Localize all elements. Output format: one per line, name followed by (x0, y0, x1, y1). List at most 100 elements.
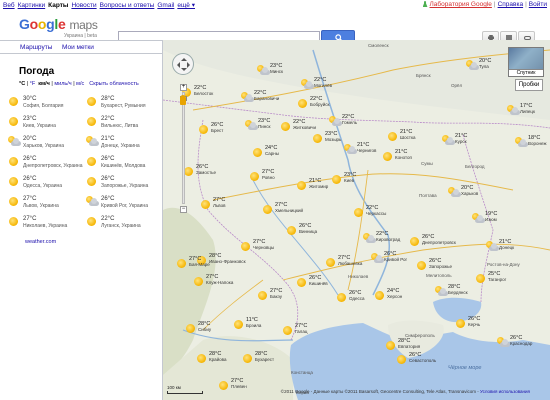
terms-link[interactable]: Условия использования (480, 389, 530, 394)
nav-link-5[interactable]: Gmail (157, 2, 174, 9)
city-weather-item[interactable]: 21°C Донецк, Украина (86, 135, 158, 155)
satellite-view-button[interactable]: Спутник (508, 47, 544, 77)
map-weather-marker[interactable]: 21°C Донецк (486, 239, 522, 253)
nav-link-3[interactable]: Новости (71, 2, 96, 9)
map-weather-marker[interactable]: 27°C Бая-Маре (176, 256, 212, 270)
map-weather-marker[interactable]: 25°C Таганрог (475, 271, 511, 285)
map-weather-marker[interactable]: 28°C Сибиу (185, 321, 221, 335)
fahrenheit-option[interactable]: °F (30, 81, 36, 87)
map-weather-marker[interactable]: 26°C Краснодар (497, 335, 533, 349)
city-weather-item[interactable]: 26°C Одесса, Украина (8, 175, 80, 195)
map-weather-marker[interactable]: 23°C Мозырь (312, 131, 348, 145)
map-weather-marker[interactable]: 28°C Евпатория (385, 338, 421, 352)
map-weather-marker[interactable]: 27°C Клуж-Напока (193, 274, 233, 288)
hide-clouds-link[interactable]: Скрыть облачность (89, 81, 139, 87)
map-weather-marker[interactable]: 20°C Тула (466, 58, 502, 72)
pan-down-icon[interactable] (181, 68, 187, 74)
city-weather-item[interactable]: 30°C София, Болгария (8, 95, 80, 115)
weather-source-link[interactable]: weather.com (25, 239, 56, 245)
map-weather-marker[interactable]: 27°C Черновцы (240, 239, 276, 253)
map-weather-marker[interactable]: 26°C Кривой Рог (371, 251, 407, 265)
kmh-option[interactable]: км/ч (38, 81, 50, 87)
ms-option[interactable]: м/с (76, 81, 84, 87)
city-weather-item[interactable]: 26°C Кишинёв, Молдова (86, 155, 158, 175)
celsius-option[interactable]: °C (19, 81, 25, 87)
map-weather-marker[interactable]: 26°C Запорожье (416, 258, 452, 272)
city-weather-item[interactable]: 27°C Николаев, Украина (8, 215, 80, 235)
pan-control[interactable] (172, 53, 194, 75)
pan-up-icon[interactable] (181, 55, 187, 61)
map-weather-marker[interactable]: 26°C Винница (286, 223, 322, 237)
map-weather-marker[interactable]: 26°C Севастополь (396, 352, 436, 366)
map-weather-marker[interactable]: 22°C Барановичи (241, 90, 279, 104)
map-weather-marker[interactable]: 26°C Днепропетровск (409, 234, 456, 248)
map-weather-marker[interactable]: 23°C Минск (257, 63, 293, 77)
map-weather-marker[interactable]: 28°C Бердянск (435, 284, 471, 298)
help-link[interactable]: Справка (498, 1, 524, 8)
map-weather-marker[interactable]: 28°C Крайова (196, 351, 232, 365)
map-weather-marker[interactable]: 26°C Брест (198, 122, 234, 136)
tab-my-places[interactable]: Мои метки (62, 44, 94, 51)
map-weather-marker[interactable]: 23°C Киев (331, 172, 367, 186)
map-weather-marker[interactable]: 27°C Ровно (249, 169, 285, 183)
map-weather-marker[interactable]: 20°C Харьков (448, 185, 484, 199)
map-weather-marker[interactable]: 17°C Липецк (507, 103, 543, 117)
map-weather-marker[interactable]: 24°C Сарны (252, 145, 288, 159)
map-weather-marker[interactable]: 27°C Плевен (218, 378, 254, 392)
map-weather-marker[interactable]: 21°C Конотоп (382, 149, 418, 163)
map-weather-marker[interactable]: 18°C Воронеж (515, 135, 550, 149)
city-weather-item[interactable]: 20°C Харьков, Украина (8, 135, 80, 155)
map-weather-marker[interactable]: 28°C Бухарест (242, 351, 278, 365)
city-weather-item[interactable]: 22°C Луганск, Украина (86, 215, 158, 235)
map-weather-marker[interactable]: 22°C Кировоград (363, 231, 400, 245)
map-weather-marker[interactable]: 21°C Житомир (296, 178, 332, 192)
city-weather-item[interactable]: 26°C Кривой Рог, Украина (86, 195, 158, 215)
map-weather-marker[interactable]: 27°C Бакэу (257, 288, 293, 302)
map-weather-marker[interactable]: 23°C Пинск (245, 118, 281, 132)
map-weather-marker[interactable]: 21°C Курск (442, 133, 478, 147)
mph-option[interactable]: миль/ч (54, 81, 71, 87)
nav-link-4[interactable]: Вопросы и ответы (100, 2, 155, 9)
map-weather-marker[interactable]: 22°C Могилёв (301, 77, 337, 91)
city-weather-item[interactable]: 26°C Днепропетровск, Украина (8, 155, 82, 175)
zoom-out-button[interactable]: − (180, 206, 187, 213)
map-weather-marker[interactable]: 26°C Керчь (455, 316, 491, 330)
map-weather-marker[interactable]: 27°C Львов (200, 197, 236, 211)
map-weather-marker[interactable]: 21°C Чернигов (344, 142, 380, 156)
map-weather-marker[interactable]: 26°C Замостье (183, 164, 219, 178)
nav-link-0[interactable]: Веб (3, 2, 15, 9)
nav-link-1[interactable]: Картинки (18, 2, 46, 9)
city-temperature: 21°C (101, 136, 115, 142)
map-weather-marker[interactable]: 26°C Кишинёв (296, 275, 332, 289)
login-link[interactable]: Войти (529, 1, 547, 8)
map-weather-marker[interactable]: 24°C Херсон (374, 288, 410, 302)
street-view-pegman-icon[interactable] (180, 95, 186, 105)
city-weather-item[interactable]: 27°C Львов, Украина (8, 195, 80, 215)
map-weather-marker[interactable]: 22°C Черкассы (353, 205, 389, 219)
labs-link[interactable]: Лаборатория Google (430, 1, 492, 8)
city-weather-item[interactable]: 22°C Вильнюс, Литва (86, 115, 158, 135)
map-weather-marker[interactable]: 22°C Житковичи (280, 119, 316, 133)
pan-left-icon[interactable] (174, 62, 180, 68)
pan-right-icon[interactable] (187, 62, 193, 68)
tab-directions[interactable]: Маршруты (20, 44, 52, 51)
map-weather-marker[interactable]: 19°C Изюм (472, 211, 508, 225)
zoom-track[interactable] (182, 92, 185, 204)
nav-link-2[interactable]: Карты (48, 2, 68, 9)
map-weather-marker[interactable]: 21°C Шостка (387, 129, 423, 143)
google-maps-logo[interactable]: Google maps (19, 16, 98, 32)
zoom-in-button[interactable]: + (180, 84, 187, 91)
city-weather-item[interactable]: 23°C Киев, Украина (8, 115, 80, 135)
city-weather-item[interactable]: 26°C Запорожье, Украина (86, 175, 158, 195)
map-weather-marker[interactable]: 27°C Хмельницкий (262, 202, 303, 216)
city-weather-item[interactable]: 28°C Бухарест, Румыния (86, 95, 158, 115)
map-weather-marker[interactable]: 27°C Любашевка (325, 255, 362, 269)
nav-link-6[interactable]: ещё ▾ (177, 2, 195, 9)
traffic-button[interactable]: Пробки (515, 79, 543, 91)
map-weather-marker[interactable]: 27°C Галац (282, 323, 318, 337)
map-weather-marker[interactable]: 26°C Одесса (336, 290, 372, 304)
map-canvas[interactable]: Чёрное море Смоленск Брянск Орёл Полтава Сум… (163, 40, 550, 400)
map-weather-marker[interactable]: 22°C Бобруйск (297, 96, 333, 110)
map-weather-marker[interactable]: 11°C Брэила (233, 317, 269, 331)
map-weather-marker[interactable]: 22°C Гомель (329, 114, 365, 128)
